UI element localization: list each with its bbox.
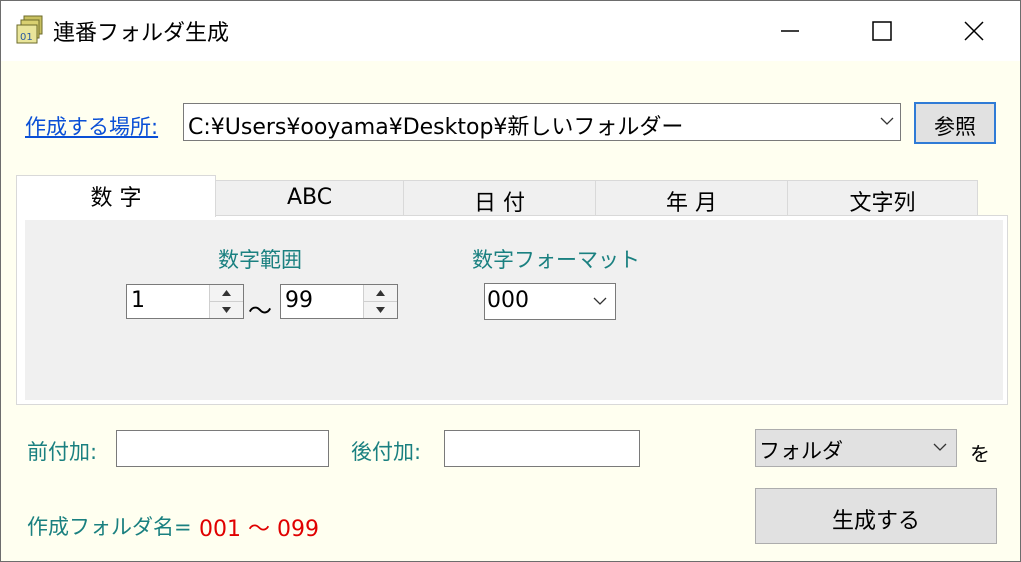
tab-year-month[interactable]: 年 月	[595, 180, 788, 216]
suffix-input[interactable]	[444, 430, 640, 467]
target-type-value: フォルダ	[759, 439, 843, 463]
folder-stack-icon: 01	[16, 15, 44, 45]
tab-number[interactable]: 数 字	[16, 175, 216, 217]
result-value: 001 ～ 099	[199, 517, 319, 542]
format-value: 000	[487, 288, 529, 313]
suffix-label: 後付加:	[351, 440, 422, 464]
title-bar: 01 連番フォルダ生成	[1, 1, 1020, 61]
close-icon	[964, 21, 984, 41]
decrement-button[interactable]	[210, 302, 243, 318]
chevron-down-icon[interactable]	[593, 296, 607, 306]
chevron-down-icon[interactable]	[880, 116, 894, 126]
tab-date[interactable]: 日 付	[403, 180, 596, 216]
maximize-button[interactable]	[836, 1, 928, 61]
chevron-down-icon[interactable]	[933, 442, 947, 452]
range-from-value: 1	[131, 288, 145, 313]
tab-label: 数 字	[90, 186, 142, 211]
minimize-button[interactable]	[744, 1, 836, 61]
app-window: 01 連番フォルダ生成 作成する場所: C:¥Users¥ooyama¥Desk…	[0, 0, 1021, 562]
decrement-button[interactable]	[364, 302, 397, 318]
format-combobox[interactable]: 000	[484, 283, 616, 320]
up-arrow-icon	[222, 290, 231, 296]
tab-string[interactable]: 文字列	[787, 180, 978, 216]
format-label: 数字フォーマット	[472, 248, 640, 272]
browse-button[interactable]: 参照	[914, 102, 996, 144]
tab-abc[interactable]: ABC	[215, 180, 404, 216]
range-separator: ～	[248, 297, 272, 325]
tab-label: ABC	[286, 185, 333, 210]
browse-button-label: 参照	[934, 115, 976, 139]
range-from-stepper[interactable]: 1	[126, 284, 244, 319]
object-particle: を	[970, 442, 990, 466]
close-button[interactable]	[928, 1, 1020, 61]
range-label: 数字範囲	[218, 248, 302, 272]
target-type-combobox[interactable]: フォルダ	[755, 429, 957, 467]
result-label: 作成フォルダ名=	[27, 515, 192, 539]
prefix-input[interactable]	[116, 430, 329, 467]
increment-button[interactable]	[364, 285, 397, 302]
tab-label: 年 月	[666, 191, 717, 216]
window-title: 連番フォルダ生成	[53, 21, 230, 46]
generate-button-label: 生成する	[831, 509, 920, 534]
location-link[interactable]: 作成する場所:	[25, 111, 158, 141]
tab-label: 文字列	[849, 191, 916, 216]
maximize-icon	[872, 21, 892, 41]
down-arrow-icon	[222, 307, 231, 313]
minimize-icon	[781, 30, 799, 32]
range-to-value: 99	[285, 288, 313, 313]
svg-text:01: 01	[20, 32, 33, 43]
location-value: C:¥Users¥ooyama¥Desktop¥新しいフォルダー	[188, 115, 684, 140]
generate-button[interactable]: 生成する	[755, 488, 997, 544]
up-arrow-icon	[376, 290, 385, 296]
spin-buttons	[363, 285, 397, 318]
location-combobox[interactable]: C:¥Users¥ooyama¥Desktop¥新しいフォルダー	[183, 103, 901, 141]
increment-button[interactable]	[210, 285, 243, 302]
range-to-stepper[interactable]: 99	[280, 284, 398, 319]
prefix-label: 前付加:	[27, 440, 98, 464]
tab-label: 日 付	[474, 191, 525, 216]
spin-buttons	[209, 285, 243, 318]
down-arrow-icon	[376, 307, 385, 313]
